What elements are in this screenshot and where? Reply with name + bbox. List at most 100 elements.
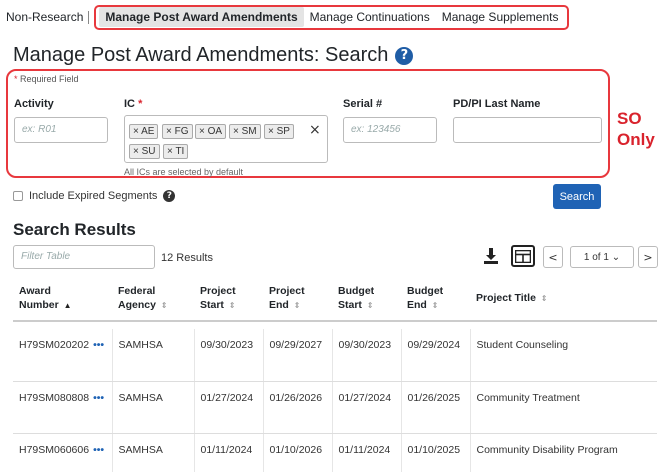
sort-icon: ⇕ bbox=[431, 301, 439, 310]
col-budget-end[interactable]: Budget End ⇕ bbox=[401, 277, 470, 322]
required-field-note: * Required Field bbox=[14, 74, 79, 84]
col-award-number[interactable]: Award Number ▲ bbox=[13, 277, 112, 322]
project-start-cell: 01/27/2024 bbox=[193, 381, 263, 434]
award-number-cell: H79SM020202 ••• bbox=[13, 329, 112, 382]
non-research-link[interactable]: Non-Research bbox=[6, 10, 90, 24]
project-title-cell: Student Counseling bbox=[469, 329, 657, 382]
project-end-cell: 01/26/2026 bbox=[262, 381, 332, 434]
serial-input[interactable]: ex: 123456 bbox=[343, 117, 437, 143]
clear-icon[interactable]: × bbox=[309, 122, 321, 138]
col-label: Number bbox=[19, 299, 59, 311]
pdpi-label: PD/PI Last Name bbox=[453, 98, 541, 110]
ic-chip-ti[interactable]: × TI bbox=[163, 144, 189, 159]
agency-cell: SAMHSA bbox=[111, 329, 194, 382]
help-icon[interactable]: ? bbox=[163, 190, 176, 202]
col-federal-agency[interactable]: Federal Agency ⇕ bbox=[112, 277, 194, 322]
ic-chip-oa[interactable]: × OA bbox=[195, 124, 227, 139]
ic-label: IC * bbox=[124, 98, 142, 110]
include-expired-checkbox[interactable] bbox=[13, 191, 23, 201]
col-label: Award bbox=[19, 285, 51, 297]
col-label: Project bbox=[200, 285, 236, 297]
top-nav: Non-Research Manage Post Award Amendment… bbox=[6, 4, 570, 30]
ic-multiselect[interactable]: × AE × FG × OA × SM × SP × SU × TI × bbox=[124, 115, 328, 163]
budget-end-cell: 01/10/2025 bbox=[400, 433, 470, 472]
col-label: Start bbox=[200, 299, 224, 311]
sort-icon: ⇕ bbox=[228, 301, 236, 310]
budget-start-cell: 01/11/2024 bbox=[331, 433, 401, 472]
project-end-cell: 09/29/2027 bbox=[262, 329, 332, 382]
more-options-icon[interactable]: ••• bbox=[93, 444, 104, 456]
award-number-cell: H79SM080808 ••• bbox=[13, 381, 112, 434]
help-icon[interactable]: ? bbox=[395, 46, 414, 65]
activity-label: Activity bbox=[14, 98, 54, 110]
sort-icon: ⇕ bbox=[366, 301, 374, 310]
search-results-title: Search Results bbox=[13, 220, 136, 239]
agency-cell: SAMHSA bbox=[111, 381, 194, 434]
award-number: H79SM080808 bbox=[19, 391, 90, 404]
ic-default-note: All ICs are selected by default bbox=[124, 167, 244, 177]
page-title: Manage Post Award Amendments: Search ? bbox=[13, 44, 414, 67]
so-only-line2: Only bbox=[617, 130, 655, 149]
ic-chip-sm[interactable]: × SM bbox=[229, 124, 261, 139]
project-start-cell: 01/11/2024 bbox=[193, 433, 263, 472]
ic-chip-su[interactable]: × SU bbox=[129, 144, 160, 159]
project-start-cell: 09/30/2023 bbox=[193, 329, 263, 382]
award-number: H79SM020202 bbox=[19, 339, 90, 351]
include-expired-row: Include Expired Segments ? bbox=[13, 190, 176, 202]
award-number-cell: H79SM060606 ••• bbox=[13, 433, 112, 472]
col-label: Start bbox=[338, 299, 362, 311]
col-budget-start[interactable]: Budget Start ⇕ bbox=[332, 277, 401, 322]
tab-manage-post-award-amendments[interactable]: Manage Post Award Amendments bbox=[99, 7, 304, 27]
tab-group: Manage Post Award Amendments Manage Cont… bbox=[94, 4, 570, 30]
tab-manage-continuations[interactable]: Manage Continuations bbox=[304, 7, 436, 27]
award-number: H79SM060606 bbox=[19, 443, 90, 456]
project-title-cell: Community Disability Program bbox=[469, 433, 657, 472]
ic-required-star: * bbox=[138, 98, 143, 110]
next-page-button[interactable]: > bbox=[638, 246, 658, 268]
filter-table-input[interactable]: Filter Table bbox=[13, 245, 155, 269]
required-star: * bbox=[14, 74, 18, 84]
ic-chip-fg[interactable]: × FG bbox=[162, 124, 193, 139]
agency-cell: SAMHSA bbox=[111, 433, 194, 472]
project-title-cell: Community Treatment bbox=[469, 381, 657, 434]
sort-icon: ⇕ bbox=[160, 301, 168, 310]
project-end-cell: 01/10/2026 bbox=[262, 433, 332, 472]
tab-manage-supplements[interactable]: Manage Supplements bbox=[436, 7, 565, 27]
sort-icon: ⇕ bbox=[540, 294, 548, 303]
col-project-end[interactable]: Project End ⇕ bbox=[263, 277, 332, 322]
more-options-icon[interactable]: ••• bbox=[93, 339, 104, 351]
activity-input[interactable]: ex: R01 bbox=[14, 117, 108, 143]
table-row: H79SM060606 ••• SAMHSA 01/11/2024 01/10/2… bbox=[13, 433, 657, 472]
page-select[interactable]: 1 of 1 ⌄ bbox=[570, 246, 634, 268]
table-header-row: Award Number ▲ Federal Agency ⇕ Project Sta… bbox=[13, 277, 657, 322]
col-label: Budget bbox=[407, 285, 444, 297]
budget-end-cell: 01/26/2025 bbox=[400, 381, 470, 434]
budget-start-cell: 01/27/2024 bbox=[331, 381, 401, 434]
sort-icon: ⇕ bbox=[293, 301, 301, 310]
search-button[interactable]: Search bbox=[553, 184, 601, 209]
table-row: H79SM080808 ••• SAMHSA 01/27/2024 01/26/2… bbox=[13, 381, 657, 434]
ic-chip-sp[interactable]: × SP bbox=[264, 124, 294, 139]
grid-icon bbox=[515, 249, 531, 263]
budget-end-cell: 09/29/2024 bbox=[400, 329, 470, 382]
col-label: Project Title bbox=[476, 292, 536, 304]
required-note-text: Required Field bbox=[20, 74, 79, 84]
pdpi-input[interactable] bbox=[453, 117, 602, 143]
col-label: End bbox=[407, 299, 427, 311]
serial-label: Serial # bbox=[343, 98, 383, 110]
col-project-title[interactable]: Project Title ⇕ bbox=[470, 277, 657, 322]
so-only-annotation: SO Only bbox=[617, 108, 655, 150]
results-count: 12 Results bbox=[161, 252, 213, 264]
so-only-line1: SO bbox=[617, 109, 642, 128]
table-row: H79SM020202 ••• SAMHSA 09/30/2023 09/29/2… bbox=[13, 329, 657, 382]
col-project-start[interactable]: Project Start ⇕ bbox=[194, 277, 263, 322]
col-label: End bbox=[269, 299, 289, 311]
more-options-icon[interactable]: ••• bbox=[93, 392, 104, 404]
include-expired-label: Include Expired Segments bbox=[29, 190, 158, 202]
col-label: Federal bbox=[118, 285, 156, 297]
ic-label-text: IC bbox=[124, 98, 135, 110]
prev-page-button[interactable]: < bbox=[543, 246, 563, 268]
ic-chip-ae[interactable]: × AE bbox=[129, 124, 159, 139]
download-icon[interactable] bbox=[483, 247, 499, 265]
table-view-toggle[interactable] bbox=[511, 245, 535, 267]
